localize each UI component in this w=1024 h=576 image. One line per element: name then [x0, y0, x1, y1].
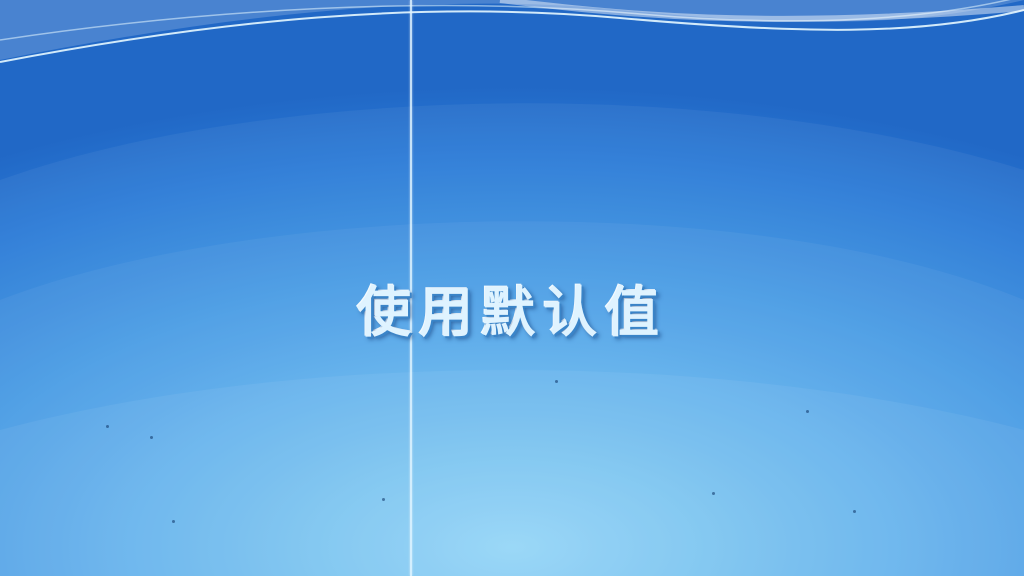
- dust-speck: [106, 425, 109, 428]
- dust-speck: [382, 498, 385, 501]
- dust-speck: [150, 436, 153, 439]
- dust-speck: [806, 410, 809, 413]
- dust-speck: [712, 492, 715, 495]
- dust-speck: [172, 520, 175, 523]
- dust-speck: [555, 380, 558, 383]
- presentation-slide: 使用默认值: [0, 0, 1024, 576]
- slide-title: 使用默认值: [357, 280, 667, 344]
- dust-speck: [853, 510, 856, 513]
